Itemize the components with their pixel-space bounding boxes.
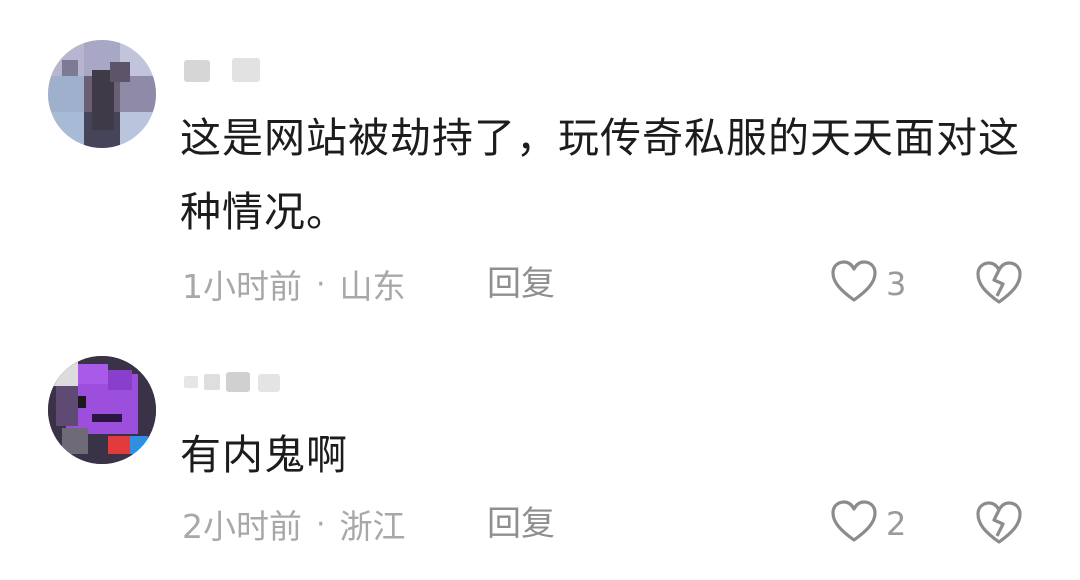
heart-outline-icon bbox=[830, 500, 878, 548]
comment-text: 这是网站被劫持了，玩传奇私服的天天面对这种情况。 bbox=[180, 114, 1020, 236]
separator-dot: · bbox=[316, 266, 326, 302]
dislike-button[interactable] bbox=[974, 500, 1024, 548]
like-count: 2 bbox=[886, 505, 907, 543]
location: 山东 bbox=[339, 267, 406, 306]
timestamp: 1小时前 bbox=[182, 267, 302, 306]
broken-heart-icon bbox=[974, 501, 1024, 550]
like-count: 3 bbox=[886, 265, 907, 303]
like-button[interactable]: 3 bbox=[830, 260, 906, 308]
avatar[interactable] bbox=[48, 40, 156, 148]
dislike-button[interactable] bbox=[974, 260, 1024, 308]
location: 浙江 bbox=[339, 507, 406, 546]
timestamp: 2小时前 bbox=[182, 507, 302, 546]
username[interactable] bbox=[182, 364, 302, 400]
heart-outline-icon bbox=[830, 260, 878, 308]
like-button[interactable]: 2 bbox=[830, 500, 906, 548]
comment-item: 有内鬼啊 2小时前 · 浙江 回复 2 bbox=[0, 330, 1080, 580]
comment-meta: 1小时前 · 山东 bbox=[182, 262, 406, 307]
broken-heart-icon bbox=[974, 261, 1024, 310]
username[interactable] bbox=[182, 52, 302, 88]
comment-text: 有内鬼啊 bbox=[180, 431, 348, 479]
comment-meta: 2小时前 · 浙江 bbox=[182, 502, 406, 547]
reply-button[interactable]: 回复 bbox=[487, 502, 555, 546]
separator-dot: · bbox=[316, 506, 326, 542]
avatar[interactable] bbox=[48, 356, 156, 464]
reply-button[interactable]: 回复 bbox=[487, 262, 555, 306]
comment-item: 这是网站被劫持了，玩传奇私服的天天面对这种情况。 1小时前 · 山东 回复 3 bbox=[0, 0, 1080, 330]
